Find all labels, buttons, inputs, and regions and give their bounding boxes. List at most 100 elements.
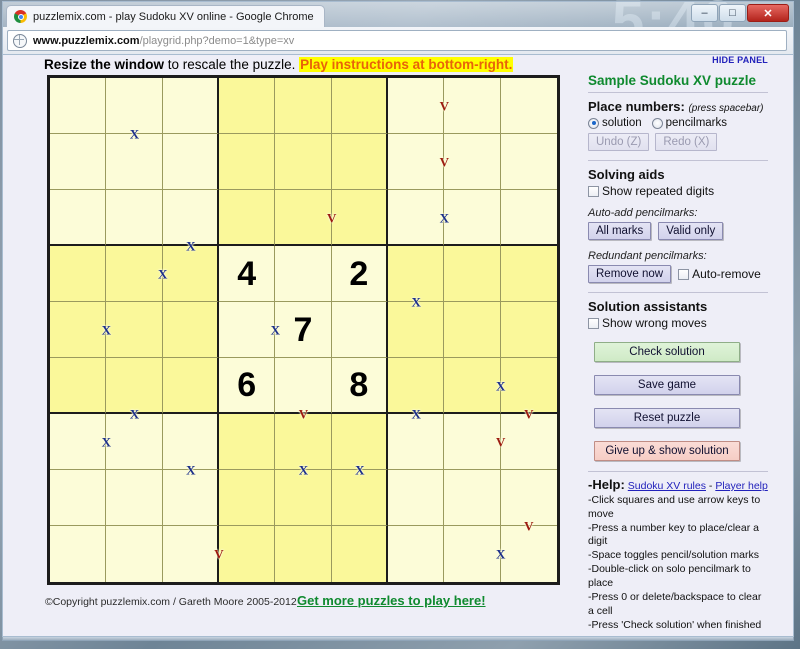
sudoku-grid-wrapper[interactable]: 42768 VXVVXXXXXXXXVXVXVXXXVVX <box>47 75 560 585</box>
reset-puzzle-button[interactable]: Reset puzzle <box>594 408 740 428</box>
minimize-button[interactable]: – <box>691 4 718 22</box>
sudoku-cell[interactable] <box>331 190 388 246</box>
redo-button[interactable]: Redo (X) <box>655 133 718 151</box>
maximize-button[interactable]: □ <box>719 4 746 22</box>
sudoku-cell[interactable] <box>331 302 388 358</box>
browser-tab-active[interactable]: puzzlemix.com - play Sudoku XV online - … <box>6 4 325 28</box>
sudoku-cell[interactable] <box>50 470 107 526</box>
footer-site-link[interactable]: puzzlemix.com <box>101 596 170 608</box>
sudoku-cell[interactable] <box>331 526 388 582</box>
sudoku-cell[interactable] <box>275 470 332 526</box>
sudoku-cell[interactable] <box>162 134 219 190</box>
sudoku-cell[interactable] <box>387 414 445 470</box>
sudoku-cell[interactable] <box>444 78 501 134</box>
close-button[interactable]: ✕ <box>747 4 789 22</box>
sudoku-cell[interactable] <box>218 470 276 526</box>
sudoku-cell[interactable] <box>162 358 219 414</box>
sudoku-grid[interactable]: 42768 <box>47 75 560 585</box>
radio-pencilmarks[interactable] <box>651 117 663 129</box>
show-repeated-digits-row[interactable]: Show repeated digits <box>588 184 768 198</box>
radio-solution[interactable] <box>588 117 599 129</box>
address-bar[interactable]: www.puzzlemix.com/playgrid.php?demo=1&ty… <box>7 30 787 51</box>
sudoku-cell[interactable] <box>387 190 445 246</box>
sudoku-cell[interactable] <box>275 78 332 134</box>
sudoku-cell[interactable] <box>162 190 219 246</box>
sudoku-cell[interactable] <box>50 78 107 134</box>
sudoku-cell[interactable] <box>331 414 388 470</box>
sudoku-cell[interactable] <box>275 246 332 302</box>
checkbox-show-wrong-moves[interactable] <box>588 317 599 329</box>
undo-button[interactable]: Undo (Z) <box>588 133 650 151</box>
sudoku-cell[interactable] <box>500 246 557 302</box>
sudoku-cell[interactable] <box>500 134 557 190</box>
sudoku-cell[interactable] <box>500 190 557 246</box>
give-up-button[interactable]: Give up & show solution <box>594 441 740 461</box>
sudoku-cell[interactable] <box>106 302 163 358</box>
sudoku-cell[interactable] <box>275 358 332 414</box>
sudoku-cell[interactable] <box>387 134 445 190</box>
sudoku-cell[interactable] <box>387 78 445 134</box>
sudoku-cell[interactable] <box>444 414 501 470</box>
sudoku-cell[interactable] <box>500 414 557 470</box>
sudoku-cell[interactable]: 7 <box>275 302 332 358</box>
show-repeated-digits-label[interactable]: Show repeated digits <box>602 184 714 198</box>
sudoku-cell[interactable]: 8 <box>331 358 388 414</box>
sudoku-xv-rules-link[interactable]: Sudoku XV rules <box>628 480 706 492</box>
sudoku-cell[interactable] <box>106 526 163 582</box>
sudoku-cell[interactable] <box>444 358 501 414</box>
sudoku-cell[interactable] <box>444 302 501 358</box>
show-wrong-moves-row[interactable]: Show wrong moves <box>588 316 768 330</box>
sudoku-cell[interactable] <box>106 134 163 190</box>
sudoku-cell[interactable] <box>162 526 219 582</box>
sudoku-cell[interactable] <box>106 78 163 134</box>
sudoku-cell[interactable] <box>162 246 219 302</box>
sudoku-cell[interactable] <box>331 134 388 190</box>
sudoku-cell[interactable] <box>218 414 276 470</box>
sudoku-cell[interactable] <box>162 414 219 470</box>
sudoku-cell[interactable] <box>387 526 445 582</box>
sudoku-cell[interactable] <box>444 246 501 302</box>
sudoku-cell[interactable] <box>444 190 501 246</box>
checkbox-auto-remove[interactable] <box>678 268 690 280</box>
sudoku-cell[interactable] <box>50 414 107 470</box>
hide-panel-link[interactable]: HIDE PANEL <box>712 55 768 65</box>
sudoku-cell[interactable] <box>500 78 557 134</box>
remove-now-button[interactable]: Remove now <box>588 265 672 283</box>
player-help-link[interactable]: Player help <box>715 480 768 492</box>
sudoku-cell[interactable] <box>500 470 557 526</box>
sudoku-cell[interactable] <box>162 302 219 358</box>
sudoku-cell[interactable] <box>106 190 163 246</box>
sudoku-cell[interactable] <box>106 358 163 414</box>
sudoku-cell[interactable] <box>218 134 276 190</box>
valid-only-button[interactable]: Valid only <box>658 222 724 240</box>
radio-pencilmarks-label[interactable]: pencilmarks <box>666 117 727 129</box>
sudoku-cell[interactable] <box>275 414 332 470</box>
check-solution-button[interactable]: Check solution <box>594 342 740 362</box>
sudoku-cell[interactable] <box>218 302 276 358</box>
sudoku-cell[interactable] <box>106 414 163 470</box>
save-game-button[interactable]: Save game <box>594 375 740 395</box>
sudoku-cell[interactable] <box>218 78 276 134</box>
sudoku-cell[interactable] <box>387 302 445 358</box>
sudoku-cell[interactable] <box>387 246 445 302</box>
checkbox-show-repeated-digits[interactable] <box>588 185 599 197</box>
sudoku-cell[interactable] <box>500 358 557 414</box>
sudoku-cell[interactable] <box>387 470 445 526</box>
sudoku-cell[interactable] <box>331 78 388 134</box>
sudoku-cell[interactable] <box>275 134 332 190</box>
sudoku-cell[interactable] <box>500 302 557 358</box>
sudoku-cell[interactable] <box>50 190 107 246</box>
sudoku-cell[interactable] <box>444 470 501 526</box>
radio-solution-label[interactable]: solution <box>602 117 642 129</box>
sudoku-cell[interactable]: 6 <box>218 358 276 414</box>
sudoku-cell[interactable] <box>275 526 332 582</box>
sudoku-cell[interactable] <box>106 246 163 302</box>
sudoku-cell[interactable] <box>50 302 107 358</box>
auto-remove-label[interactable]: Auto-remove <box>692 267 761 281</box>
sudoku-cell[interactable]: 4 <box>218 246 276 302</box>
sudoku-cell[interactable] <box>500 526 557 582</box>
sudoku-cell[interactable] <box>50 134 107 190</box>
sudoku-cell[interactable] <box>218 526 276 582</box>
get-more-puzzles-link[interactable]: Get more puzzles to play here! <box>297 593 486 608</box>
sudoku-cell[interactable] <box>50 526 107 582</box>
